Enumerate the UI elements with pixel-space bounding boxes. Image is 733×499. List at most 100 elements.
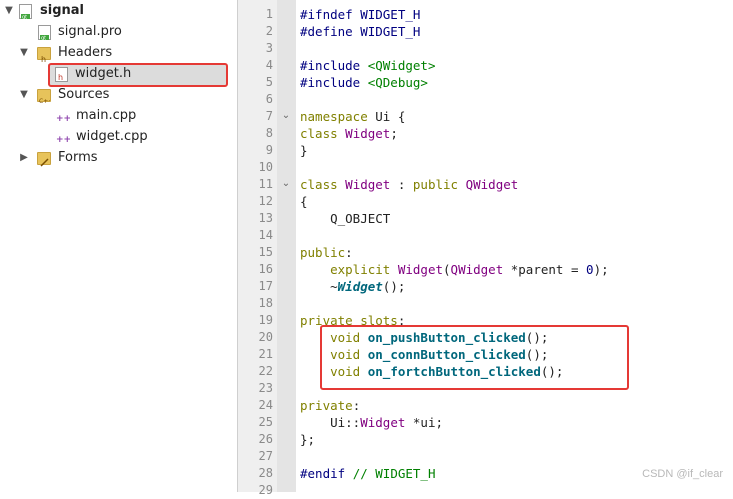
tree-item-label: Headers <box>58 45 113 60</box>
tree-item-label: Sources <box>58 87 110 102</box>
qt-project-icon: qt <box>19 4 32 21</box>
code-token: <QDebug> <box>367 75 428 90</box>
code-line: #ifndef WIDGET_H <box>300 7 421 22</box>
line-number: 18 <box>258 296 273 310</box>
line-number: 14 <box>258 228 273 242</box>
code-token: Ui { <box>367 109 406 124</box>
tree-item-label: Forms <box>58 150 98 165</box>
code-token: Widget <box>345 126 391 141</box>
line-number: 27 <box>258 449 273 463</box>
code-token: Widget <box>397 262 444 277</box>
line-number: 5 <box>265 75 273 89</box>
code-token: <QWidget> <box>367 58 436 73</box>
code-token: : <box>345 245 353 260</box>
code-token: // WIDGET_H <box>352 466 436 481</box>
highlight-box <box>48 63 228 87</box>
code-line: #endif // WIDGET_H <box>300 465 435 482</box>
line-number: 15 <box>258 245 273 259</box>
code-token: *ui; <box>405 415 444 430</box>
tree-item-main-cpp[interactable]: ++ main.cpp <box>0 106 237 127</box>
folder-icon: h <box>37 47 51 64</box>
code-token: ( <box>443 262 451 277</box>
code-token: explicit <box>330 262 391 277</box>
code-line: explicit Widget(QWidget *parent = 0); <box>300 261 609 278</box>
code-token: class <box>300 177 338 192</box>
code-line: public: <box>300 244 353 261</box>
code-line: #include <QDebug> <box>300 74 428 91</box>
tree-item-pro-file[interactable]: qt signal.pro <box>0 22 237 43</box>
code-line: } <box>300 143 308 158</box>
line-number: 17 <box>258 279 273 293</box>
line-number: 19 <box>258 313 273 327</box>
code-token: (); <box>382 279 406 294</box>
line-number: 6 <box>265 92 273 106</box>
code-line: class Widget; <box>300 125 398 142</box>
code-token: class <box>300 126 338 141</box>
code-token: Ui:: <box>300 415 361 430</box>
cpp-file-icon: ++ <box>56 109 71 124</box>
tree-item-widget-cpp[interactable]: ++ widget.cpp <box>0 127 237 148</box>
code-token: 0 <box>586 262 594 277</box>
chevron-right-icon[interactable]: ▶ <box>18 152 30 164</box>
line-number: 20 <box>258 330 273 344</box>
code-line: ~Widget(); <box>300 278 405 295</box>
line-number: 23 <box>258 381 273 395</box>
code-token: Widget <box>337 279 383 294</box>
line-number: 2 <box>265 24 273 38</box>
chevron-down-icon[interactable]: ▼ <box>3 5 15 17</box>
line-number: 25 <box>258 415 273 429</box>
code-token: : <box>352 398 361 413</box>
code-token: ; <box>390 126 398 141</box>
code-token: #include <box>300 75 368 90</box>
tree-item-headers[interactable]: ▼ h Headers <box>0 43 237 64</box>
folder-icon: C++ <box>37 89 53 105</box>
line-number: 16 <box>258 262 273 276</box>
code-token: Widget <box>345 177 391 192</box>
line-number: 1 <box>265 7 273 21</box>
code-line: #define WIDGET_H <box>300 24 421 39</box>
code-token: QWidget <box>465 177 519 192</box>
fold-chevron-icon[interactable]: ⌄ <box>280 175 292 192</box>
cpp-file-icon: ++ <box>56 130 71 145</box>
line-number: 26 <box>258 432 273 446</box>
svg-text:qt: qt <box>41 36 46 42</box>
code-editor[interactable]: 1 2 3 4 5 6 7 8 9 10 11 12 13 14 15 16 17 18 19 20 21 22 23 24 2… <box>238 0 733 497</box>
code-token: ); <box>593 262 609 277</box>
line-number: 22 <box>258 364 273 378</box>
line-number: 8 <box>265 126 273 140</box>
code-line: Q_OBJECT <box>300 211 391 226</box>
tree-item-label: signal.pro <box>58 24 122 39</box>
line-number: 7 <box>265 109 273 123</box>
line-number: 10 <box>258 160 273 174</box>
chevron-down-icon[interactable]: ▼ <box>18 89 30 101</box>
tree-item-forms[interactable]: ▶ Forms <box>0 148 237 169</box>
line-number: 11 <box>258 177 273 191</box>
line-number: 21 <box>258 347 273 361</box>
code-token: public <box>300 245 346 260</box>
fold-column <box>277 0 296 492</box>
highlight-box <box>320 325 629 390</box>
svg-text:++: ++ <box>56 114 70 124</box>
line-number: 29 <box>258 483 273 497</box>
code-line: private: <box>300 397 360 414</box>
code-token: QWidget <box>450 262 504 277</box>
fold-chevron-icon[interactable]: ⌄ <box>280 107 292 124</box>
line-number: 3 <box>265 41 273 55</box>
watermark: CSDN @if_clear <box>642 468 723 480</box>
code-line: }; <box>300 432 316 447</box>
code-token: : <box>390 177 413 192</box>
code-token: ~ <box>300 279 338 294</box>
tree-item-label: widget.cpp <box>76 129 148 144</box>
chevron-down-icon[interactable]: ▼ <box>18 47 30 59</box>
code-token: private <box>300 398 353 413</box>
tree-item-project[interactable]: ▼ qt signal <box>0 1 237 22</box>
line-number: 28 <box>258 466 273 480</box>
line-number: 24 <box>258 398 273 412</box>
project-tree: ▼ qt signal qt signal.pro ▼ h Headers h … <box>0 0 238 492</box>
code-line: namespace Ui { <box>300 108 405 125</box>
tree-item-sources[interactable]: ▼ C++ Sources <box>0 85 237 106</box>
line-number: 9 <box>265 143 273 157</box>
